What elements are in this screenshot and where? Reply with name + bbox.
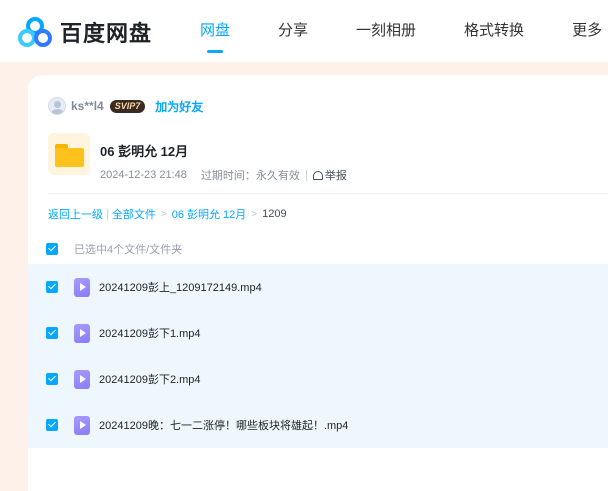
list-item[interactable]: 20241209彭下2.mp4 — [28, 356, 608, 402]
file-name[interactable]: 20241209彭下2.mp4 — [99, 371, 201, 387]
file-checkbox[interactable] — [46, 419, 58, 431]
brand-logo[interactable]: 百度网盘 — [18, 16, 152, 48]
list-item[interactable]: 20241209彭上_1209172149.mp4 — [28, 264, 608, 310]
top-navigation-bar: 百度网盘 网盘 分享 一刻相册 格式转换 更多 — [0, 0, 608, 62]
selection-status: 已选中4个文件/文件夹 — [74, 244, 183, 256]
share-expiry: 过期时间：永久有效 — [200, 170, 300, 182]
section-divider — [48, 193, 608, 194]
select-all-row: 已选中4个文件/文件夹 — [46, 241, 182, 257]
main-nav: 网盘 分享 一刻相册 格式转换 更多 — [200, 0, 608, 62]
breadcrumb-back-link[interactable]: 返回上一级 — [48, 206, 103, 222]
share-info: 06 彭明允 12月 2024-12-23 21:48 过期时间：永久有效 举报 — [100, 133, 347, 183]
avatar[interactable] — [48, 97, 66, 115]
nav-item-netdisk[interactable]: 网盘 — [200, 0, 230, 62]
breadcrumb-folder-link[interactable]: 06 彭明允 12月 — [172, 206, 247, 222]
share-date: 2024-12-23 21:48 — [100, 169, 187, 181]
chevron-right-icon: > — [251, 208, 258, 220]
video-file-icon — [74, 369, 90, 389]
nav-item-share[interactable]: 分享 — [278, 0, 308, 62]
select-all-checkbox[interactable] — [46, 243, 58, 255]
breadcrumb-separator: | — [106, 208, 109, 220]
baidu-netdisk-logo-icon — [18, 17, 52, 47]
add-friend-button[interactable]: 加为好友 — [155, 98, 203, 115]
file-checkbox[interactable] — [46, 281, 58, 293]
share-meta: 2024-12-23 21:48 过期时间：永久有效 举报 — [100, 167, 347, 183]
sharer-info: ks**l4 SVIP7 加为好友 — [48, 96, 203, 116]
file-name[interactable]: 20241209彭下1.mp4 — [99, 325, 201, 341]
brand-name: 百度网盘 — [60, 21, 153, 46]
nav-item-format-convert[interactable]: 格式转换 — [464, 0, 524, 62]
list-item[interactable]: 20241209晚：七一二涨停！哪些板块将雄起！.mp4 — [28, 402, 608, 448]
nav-item-photo-album[interactable]: 一刻相册 — [356, 0, 416, 62]
report-icon — [312, 170, 323, 180]
video-file-icon — [74, 415, 90, 435]
share-card: ks**l4 SVIP7 加为好友 06 彭明允 12月 2024-12-23 … — [28, 75, 608, 491]
file-name[interactable]: 20241209晚：七一二涨停！哪些板块将雄起！.mp4 — [99, 417, 348, 433]
chevron-right-icon: > — [160, 208, 167, 220]
breadcrumb-current: 1209 — [262, 208, 287, 220]
video-file-icon — [74, 277, 90, 297]
meta-divider — [305, 169, 307, 181]
file-list: 20241209彭上_1209172149.mp4 20241209彭下1.mp… — [28, 264, 608, 448]
breadcrumb-all-files-link[interactable]: 全部文件 — [112, 206, 156, 222]
report-label: 举报 — [324, 170, 347, 182]
nav-item-more[interactable]: 更多 — [572, 0, 602, 62]
share-title: 06 彭明允 12月 — [100, 144, 189, 159]
breadcrumb: 返回上一级 | 全部文件 > 06 彭明允 12月 > 1209 — [48, 206, 287, 222]
sharer-username: ks**l4 — [71, 99, 104, 113]
folder-icon — [48, 133, 90, 175]
file-name[interactable]: 20241209彭上_1209172149.mp4 — [99, 279, 262, 295]
report-button[interactable]: 举报 — [312, 167, 347, 183]
share-header: 06 彭明允 12月 2024-12-23 21:48 过期时间：永久有效 举报 — [48, 133, 347, 183]
file-checkbox[interactable] — [46, 373, 58, 385]
list-item[interactable]: 20241209彭下1.mp4 — [28, 310, 608, 356]
file-checkbox[interactable] — [46, 327, 58, 339]
svip-badge: SVIP7 — [109, 99, 146, 113]
video-file-icon — [74, 323, 90, 343]
